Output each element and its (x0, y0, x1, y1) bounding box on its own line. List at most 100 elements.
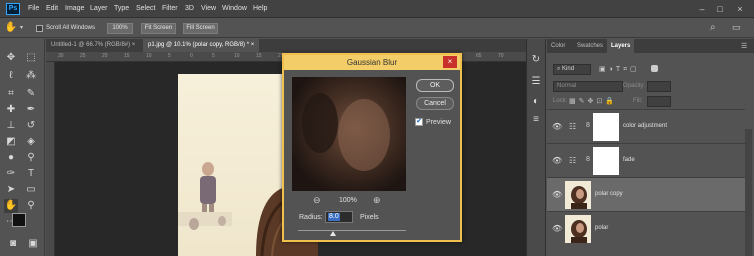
menu-type[interactable]: Type (114, 5, 129, 12)
dialog-title: Gaussian Blur (284, 55, 460, 70)
menu-view[interactable]: View (201, 5, 216, 12)
history-brush-tool-icon[interactable]: ↺ (24, 119, 38, 133)
zoom-100-button[interactable]: 100% (107, 23, 133, 34)
layers-scrollbar[interactable] (745, 129, 752, 256)
zoom-tool-icon[interactable]: ⚲ (24, 199, 38, 213)
menu-file[interactable]: File (28, 5, 39, 12)
dialog-close-button[interactable]: × (443, 56, 457, 68)
layer-thumbnail[interactable] (565, 181, 591, 209)
foreground-color-swatch[interactable] (12, 213, 26, 227)
healing-brush-tool-icon[interactable]: ✚ (4, 103, 18, 117)
menu-bar: Ps File Edit Image Layer Type Select Fil… (0, 0, 754, 18)
tab-untitled-1[interactable]: Untitled-1 @ 66.7% (RGB/8#) × (46, 39, 140, 52)
menu-window[interactable]: Window (222, 5, 247, 12)
eraser-tool-icon[interactable]: ◩ (4, 135, 18, 149)
ruler-tick: 20 (102, 53, 108, 59)
menu-3d[interactable]: 3D (185, 5, 194, 12)
opacity-input[interactable] (647, 81, 671, 92)
hand-tool-icon[interactable]: ✋ (4, 21, 18, 35)
blur-preview-image (292, 77, 406, 191)
adjustment-layer-icon: ☷ (569, 122, 577, 131)
type-tool-icon[interactable]: T (24, 167, 38, 181)
minimize-icon[interactable]: – (696, 3, 708, 15)
layer-thumbnail[interactable] (565, 215, 591, 243)
dodge-tool-icon[interactable]: ⚲ (24, 151, 38, 165)
layer-row-polar[interactable]: 👁 polar (547, 211, 745, 245)
radius-label: Radius: (299, 214, 323, 221)
chain-link-icon[interactable]: 8 (586, 122, 590, 129)
radius-slider-track[interactable] (298, 230, 406, 231)
layer-name: polar copy (595, 191, 623, 197)
panel-menu-icon[interactable]: ☰ (741, 42, 747, 50)
scroll-all-windows-checkbox[interactable] (36, 25, 43, 32)
visibility-eye-icon[interactable]: 👁 (552, 123, 562, 131)
menu-image[interactable]: Image (65, 5, 84, 12)
pen-tool-icon[interactable]: ✑ (4, 167, 18, 181)
eyedropper-tool-icon[interactable]: ✎ (24, 87, 38, 101)
fill-screen-button[interactable]: Fill Screen (183, 23, 218, 34)
search-icon[interactable]: ⌕ (710, 22, 716, 33)
adjustments-panel-icon[interactable]: ◐ (529, 95, 543, 109)
path-selection-tool-icon[interactable]: ➤ (4, 183, 18, 197)
close-icon[interactable]: × (734, 3, 746, 15)
visibility-eye-icon[interactable]: 👁 (552, 225, 562, 233)
layer-row-fade[interactable]: 👁 ☷ 8 fade (547, 143, 745, 177)
panel-tab-bar: Color Swatches Layers ☰ (547, 39, 754, 53)
filter-toggle-icon[interactable] (651, 65, 658, 72)
ruler-tick: 10 (146, 53, 152, 59)
menu-select[interactable]: Select (136, 5, 155, 12)
paint-bucket-tool-icon[interactable]: ◈ (24, 135, 38, 149)
zoom-out-icon[interactable]: ⊖ (313, 195, 321, 206)
ruler-tick: 10 (234, 53, 240, 59)
blend-mode-select[interactable]: Normal (553, 81, 623, 92)
lasso-tool-icon[interactable]: ℓ (4, 69, 18, 83)
tab-swatches[interactable]: Swatches (573, 39, 607, 53)
fit-screen-button[interactable]: Fit Screen (141, 23, 176, 34)
move-tool-icon[interactable]: ✥ (4, 51, 18, 65)
hand-tool-icon[interactable]: ✋ (4, 199, 18, 213)
ruler-tick: 5 (212, 53, 215, 59)
ok-button[interactable]: OK (416, 79, 454, 92)
channels-panel-icon[interactable]: ≡ (529, 113, 543, 127)
document-tab-bar: Untitled-1 @ 66.7% (RGB/8#) × p1.jpg @ 1… (46, 39, 526, 52)
layer-row-polar-copy[interactable]: 👁 polar copy (547, 177, 745, 211)
lock-icons[interactable]: ▩✎✥⊡🔒 (569, 97, 617, 105)
preview-checkbox[interactable]: ✔ (415, 118, 423, 126)
fill-input[interactable] (647, 96, 671, 107)
brush-tool-icon[interactable]: ✒ (24, 103, 38, 117)
radius-input[interactable]: 8.0 (325, 211, 353, 223)
visibility-eye-icon[interactable]: 👁 (552, 191, 562, 199)
layer-filter-kind[interactable]: ⌕ Kind (553, 64, 591, 75)
blur-preview[interactable] (292, 77, 406, 191)
menu-filter[interactable]: Filter (162, 5, 178, 12)
workspace-icon[interactable]: ▭ (732, 22, 741, 33)
layer-filter-icons[interactable]: ▣◑T⌗▢ (599, 65, 640, 74)
layer-mask-thumbnail[interactable] (593, 147, 619, 175)
visibility-eye-icon[interactable]: 👁 (552, 157, 562, 165)
clone-stamp-tool-icon[interactable]: ⊥ (4, 119, 18, 133)
zoom-in-icon[interactable]: ⊕ (373, 195, 381, 206)
rectangle-tool-icon[interactable]: ▭ (24, 183, 38, 197)
history-panel-icon[interactable]: ↻ (529, 53, 543, 67)
quick-mask-icon[interactable]: ◙ (6, 237, 20, 251)
blur-tool-icon[interactable]: ● (4, 151, 18, 165)
cancel-button[interactable]: Cancel (416, 97, 454, 110)
menu-edit[interactable]: Edit (46, 5, 58, 12)
chain-link-icon[interactable]: 8 (586, 156, 590, 163)
radius-slider-handle[interactable] (330, 231, 336, 236)
menu-help[interactable]: Help (253, 5, 267, 12)
menu-layer[interactable]: Layer (90, 5, 108, 12)
marquee-tool-icon[interactable]: ⬚ (24, 51, 38, 65)
tool-preset-arrow-icon[interactable]: ▾ (20, 24, 23, 31)
tab-color[interactable]: Color (547, 39, 569, 53)
tab-layers[interactable]: Layers (607, 39, 635, 53)
properties-panel-icon[interactable]: ☰ (529, 75, 543, 89)
screen-mode-icon[interactable]: ▣ (26, 237, 40, 251)
layer-row-color-adjustment[interactable]: 👁 ☷ 8 color adjustment (547, 109, 745, 143)
layer-mask-thumbnail[interactable] (593, 113, 619, 141)
maximize-icon[interactable]: □ (714, 3, 726, 15)
tab-p1-jpg[interactable]: p1.jpg @ 10.1% (polar copy, RGB/8) * × (143, 39, 260, 52)
options-bar: ✋ ▾ Scroll All Windows 100% Fit Screen F… (0, 19, 754, 38)
quick-select-tool-icon[interactable]: ⁂ (24, 69, 38, 83)
crop-tool-icon[interactable]: ⌗ (4, 87, 18, 101)
